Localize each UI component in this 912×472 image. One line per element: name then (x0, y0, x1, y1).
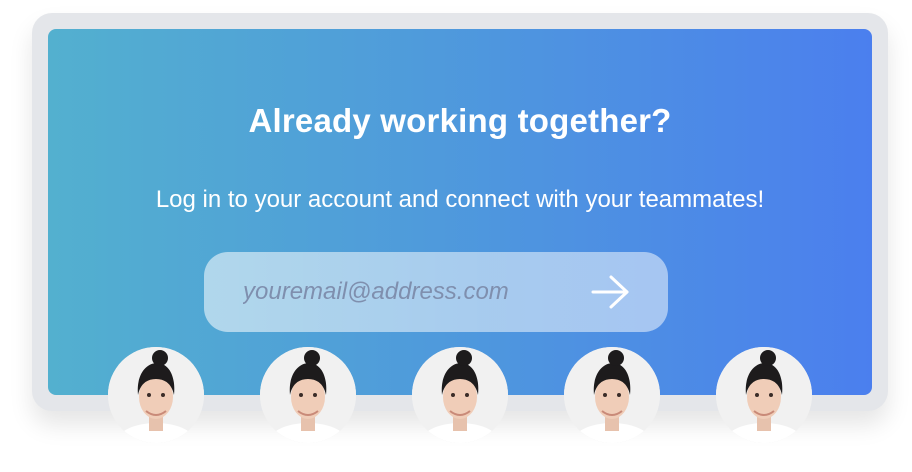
avatar-photo (412, 347, 508, 443)
teammate-avatar[interactable] (412, 347, 508, 443)
email-form (204, 252, 668, 332)
login-card: Already working together? Log in to your… (48, 29, 872, 395)
arrow-right-icon (591, 275, 629, 309)
avatar-photo (108, 347, 204, 443)
submit-button[interactable] (586, 270, 634, 314)
avatar-photo (260, 347, 356, 443)
teammate-avatar[interactable] (108, 347, 204, 443)
teammate-avatar[interactable] (716, 347, 812, 443)
teammate-avatar[interactable] (564, 347, 660, 443)
avatar-photo (716, 347, 812, 443)
teammate-avatar[interactable] (260, 347, 356, 443)
card-subtext: Log in to your account and connect with … (155, 186, 765, 213)
avatar-photo (564, 347, 660, 443)
email-input[interactable] (204, 252, 564, 332)
card-heading: Already working together? (248, 102, 672, 139)
